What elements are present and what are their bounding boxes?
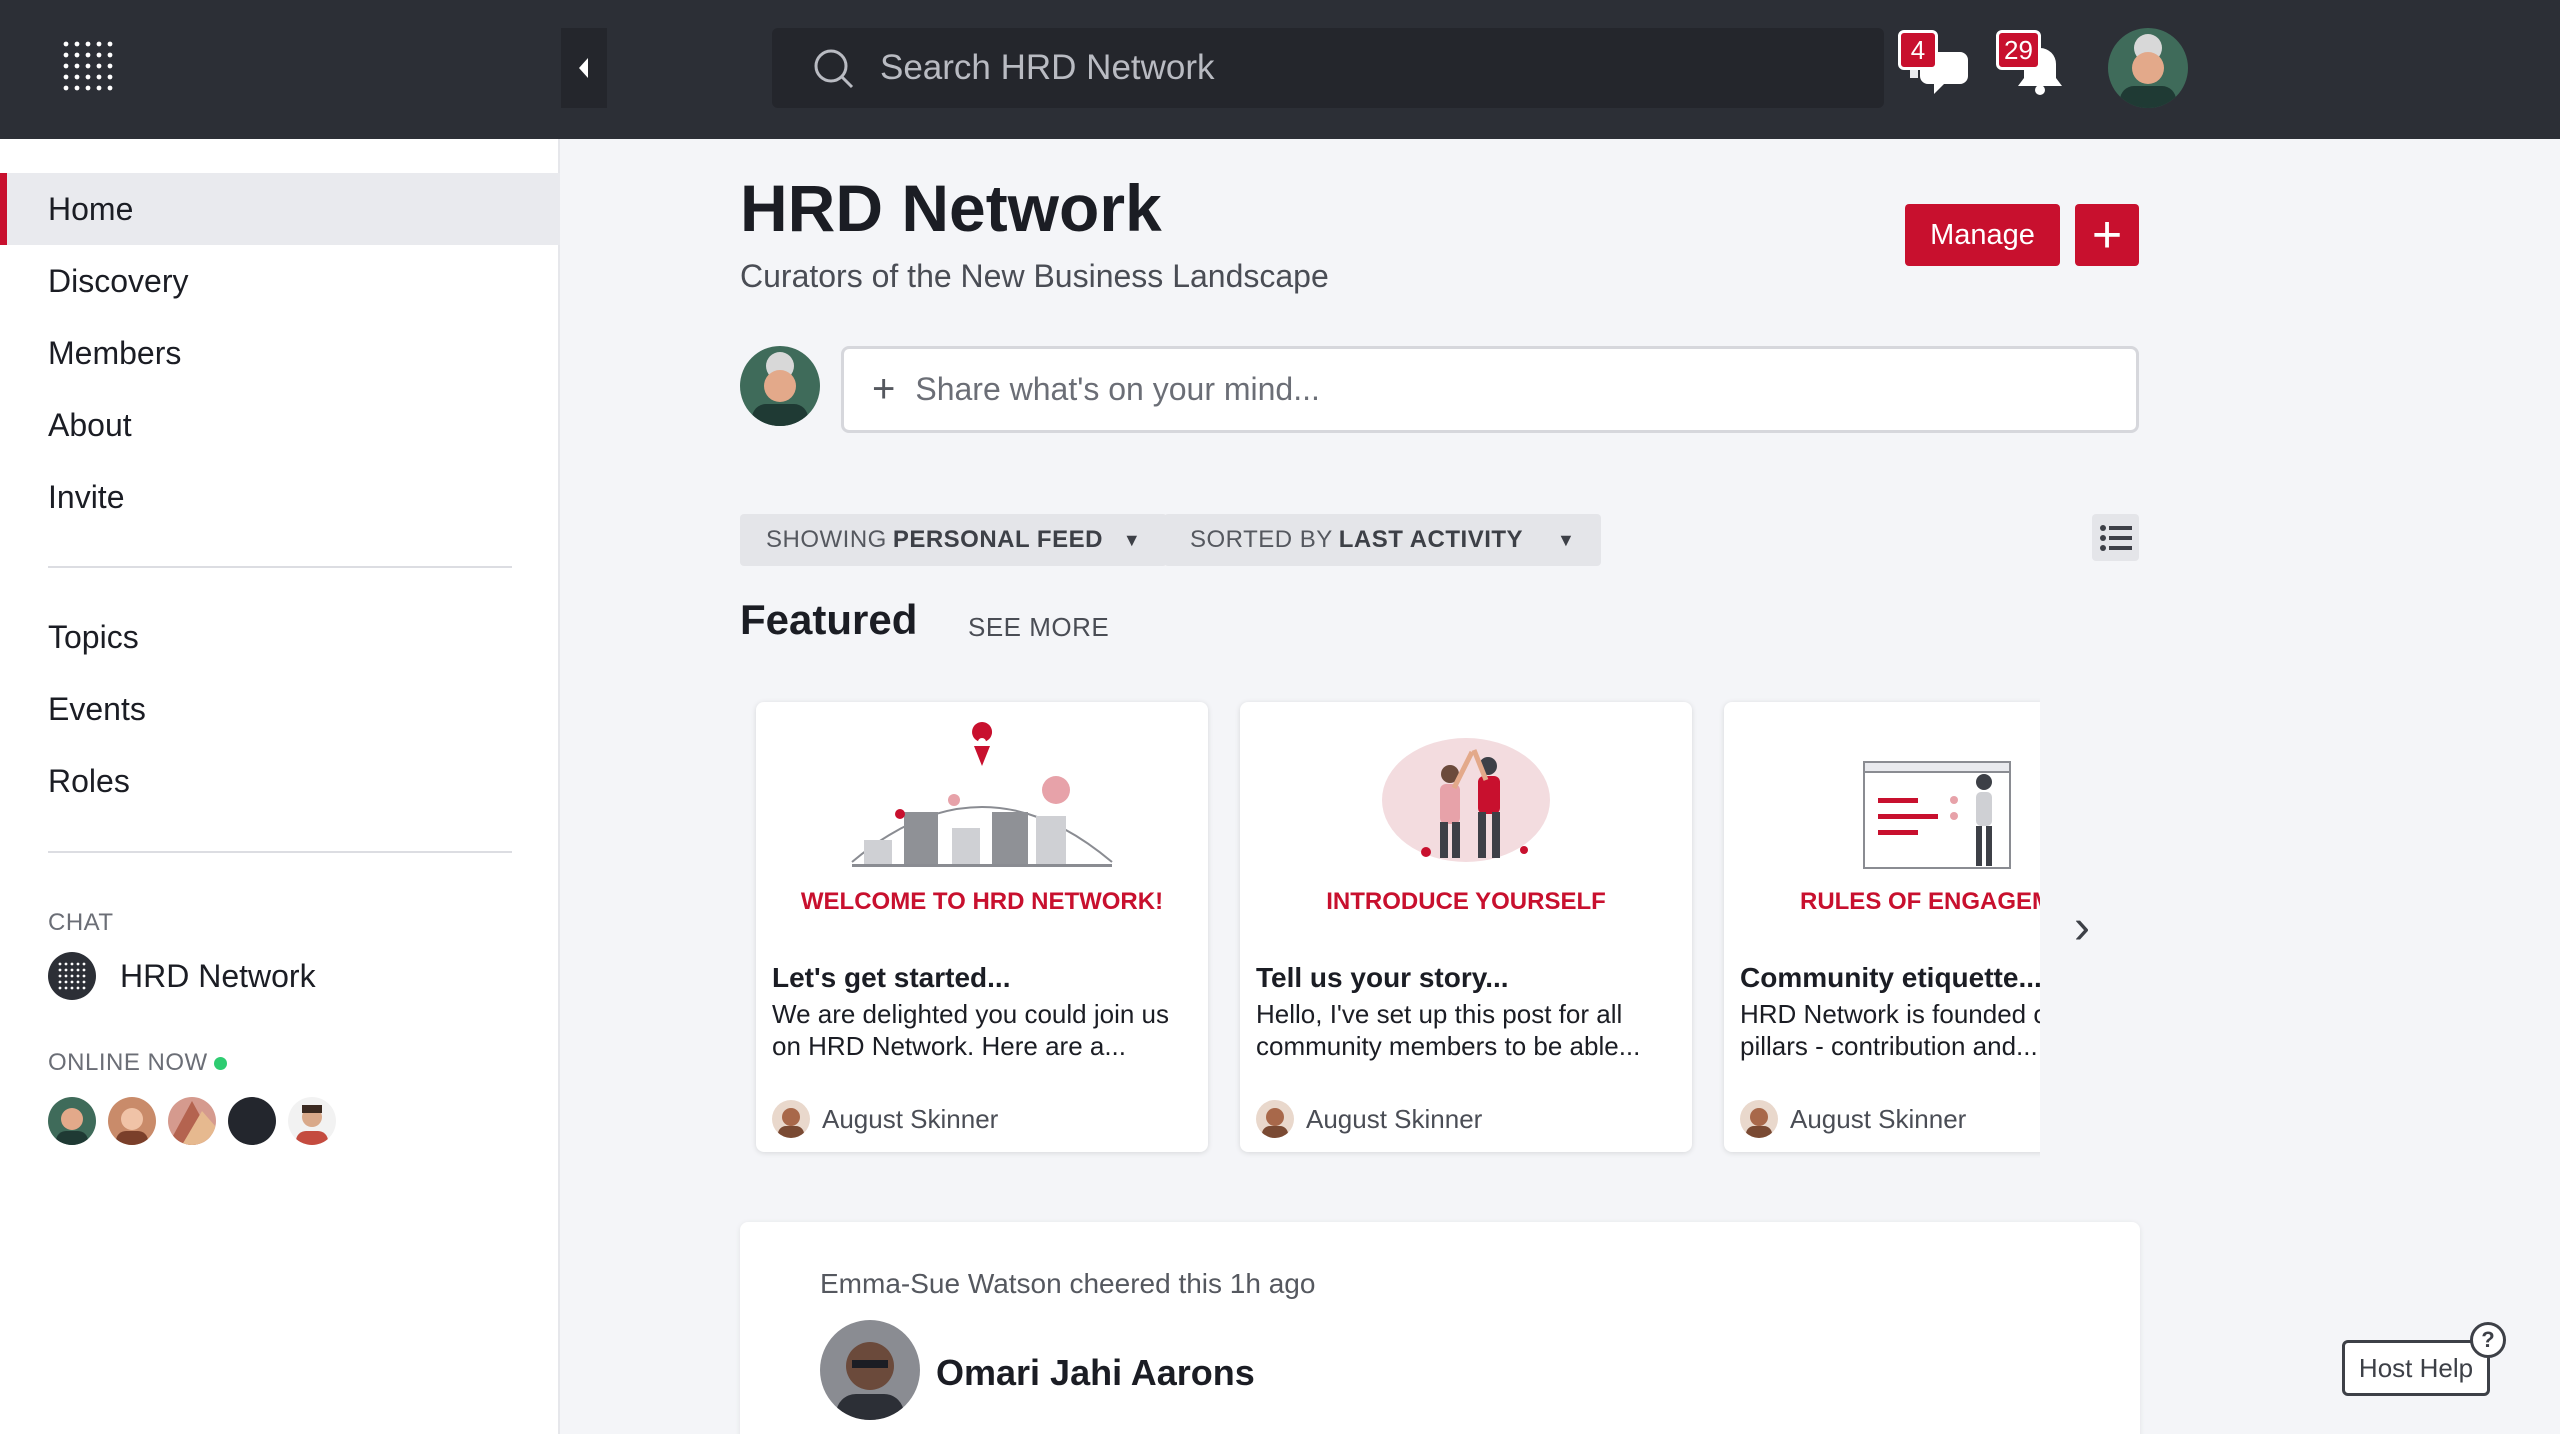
activity-post-card[interactable]: Emma-Sue Watson cheered this 1h ago Omar… xyxy=(740,1222,2140,1434)
sidebar-item-about[interactable]: About xyxy=(0,389,560,461)
host-help-button[interactable]: Host Help xyxy=(2342,1340,2490,1396)
sidebar-item-topics[interactable]: Topics xyxy=(0,601,560,673)
user-avatar-image xyxy=(2108,28,2188,108)
online-now-label: ONLINE NOW xyxy=(48,1049,208,1076)
online-status-dot xyxy=(213,1057,227,1071)
messages-count-badge: 4 xyxy=(1898,30,1938,70)
sidebar-item-discovery[interactable]: Discovery xyxy=(0,245,560,317)
search-icon xyxy=(814,49,854,89)
notifications-button[interactable]: 29 xyxy=(1996,30,2076,100)
card-banner-text: RULES OF ENGAGEMENT xyxy=(1799,888,2040,915)
feed-filter-dropdown[interactable]: SHOWING PERSONAL FEED ▼ xyxy=(740,514,1168,566)
sidebar-collapse-button[interactable] xyxy=(561,28,607,108)
chat-caption: CHAT xyxy=(48,909,114,936)
caret-down-icon: ▼ xyxy=(1557,529,1576,550)
online-member-avatar[interactable] xyxy=(168,1097,216,1145)
dots-grid-icon xyxy=(58,962,86,990)
card-author[interactable]: August Skinner xyxy=(772,1100,998,1138)
author-name: August Skinner xyxy=(822,1103,999,1134)
carousel-next-icon[interactable]: › xyxy=(2074,900,2090,955)
author-avatar xyxy=(1256,1100,1294,1138)
composer-avatar-image xyxy=(740,346,820,426)
online-member-avatar[interactable] xyxy=(48,1097,96,1145)
sidebar-item-members[interactable]: Members xyxy=(0,317,560,389)
chat-room-logo-icon xyxy=(48,952,96,1000)
sidebar: Home Discovery Members About Invite Topi… xyxy=(0,139,560,1434)
card-author[interactable]: August Skinner xyxy=(1740,1100,1966,1138)
sidebar-item-roles[interactable]: Roles xyxy=(0,745,560,817)
author-name: August Skinner xyxy=(1790,1103,1967,1134)
online-avatars xyxy=(48,1097,336,1145)
chat-room-label: HRD Network xyxy=(120,957,316,994)
composer-placeholder: Share what's on your mind... xyxy=(915,371,1320,407)
online-member-avatar[interactable] xyxy=(108,1097,156,1145)
card-title: Let's get started... xyxy=(772,962,1011,993)
search-bar[interactable] xyxy=(772,28,1884,108)
online-member-avatar[interactable] xyxy=(288,1097,336,1145)
sort-prefix: SORTED BY xyxy=(1190,526,1333,553)
top-bar: 4 29 xyxy=(0,0,2560,139)
page-subtitle: Curators of the New Business Landscape xyxy=(740,258,1329,294)
plus-icon: + xyxy=(872,367,896,411)
featured-card[interactable]: RULES OF ENGAGEMENT Community etiquette.… xyxy=(1724,702,2040,1152)
messages-button[interactable]: 4 xyxy=(1898,30,1978,100)
card-banner-text: WELCOME TO HRD NETWORK! xyxy=(800,888,1164,915)
help-question-icon[interactable]: ? xyxy=(2470,1322,2506,1358)
brand-logo-icon[interactable] xyxy=(62,40,114,92)
composer-avatar xyxy=(740,346,820,426)
post-author-name[interactable]: Omari Jahi Aarons xyxy=(936,1352,1255,1394)
sidebar-divider xyxy=(48,566,512,568)
feed-filter-prefix: SHOWING xyxy=(766,526,887,553)
notifications-count-badge: 29 xyxy=(1996,30,2041,70)
featured-carousel: WELCOME TO HRD NETWORK! Let's get starte… xyxy=(740,690,2040,1160)
card-author[interactable]: August Skinner xyxy=(1256,1100,1482,1138)
post-composer[interactable]: + Share what's on your mind... xyxy=(841,346,2139,433)
featured-heading: Featured xyxy=(740,596,918,643)
author-avatar xyxy=(772,1100,810,1138)
author-name: August Skinner xyxy=(1306,1103,1483,1134)
cheer-notice: Emma-Sue Watson cheered this 1h ago xyxy=(820,1268,1316,1299)
author-avatar xyxy=(1740,1100,1778,1138)
card-title: Tell us your story... xyxy=(1256,962,1509,993)
featured-card[interactable]: WELCOME TO HRD NETWORK! Let's get starte… xyxy=(756,702,1208,1152)
manage-button[interactable]: Manage xyxy=(1905,204,2060,266)
sort-value: LAST ACTIVITY xyxy=(1338,526,1524,553)
page-title: HRD Network xyxy=(740,171,1162,245)
card-title: Community etiquette... xyxy=(1740,962,2040,993)
sidebar-item-events[interactable]: Events xyxy=(0,673,560,745)
list-icon xyxy=(2099,524,2132,551)
card-excerpt: Hello, I've set up this post for all com… xyxy=(1256,999,1641,1061)
online-now-caption: ONLINE NOW xyxy=(48,1049,227,1077)
sort-dropdown[interactable]: SORTED BY LAST ACTIVITY ▼ xyxy=(1164,514,1602,566)
see-more-link[interactable]: SEE MORE xyxy=(968,612,1109,643)
add-content-button[interactable]: + xyxy=(2075,204,2139,266)
sidebar-item-home[interactable]: Home xyxy=(0,173,560,245)
list-view-toggle[interactable] xyxy=(2092,514,2139,561)
feed-filter-value: PERSONAL FEED xyxy=(892,526,1103,553)
caret-down-icon: ▼ xyxy=(1122,529,1142,550)
sidebar-item-invite[interactable]: Invite xyxy=(0,461,560,533)
post-author-avatar-image xyxy=(820,1320,920,1420)
brand-area xyxy=(0,0,560,139)
search-input[interactable] xyxy=(880,48,1780,88)
sidebar-divider xyxy=(48,851,512,853)
post-author-avatar[interactable] xyxy=(820,1320,920,1420)
user-avatar[interactable] xyxy=(2108,28,2188,108)
card-excerpt: We are delighted you could join us on HR… xyxy=(772,999,1169,1061)
card-excerpt: HRD Network is founded on key pillars - … xyxy=(1740,999,2040,1061)
card-banner-text: INTRODUCE YOURSELF xyxy=(1326,888,1606,915)
chevron-left-icon xyxy=(579,58,588,78)
chat-room-item[interactable]: HRD Network xyxy=(48,951,316,1001)
featured-card[interactable]: INTRODUCE YOURSELF Tell us your story...… xyxy=(1240,702,1692,1152)
online-member-avatar[interactable] xyxy=(228,1097,276,1145)
